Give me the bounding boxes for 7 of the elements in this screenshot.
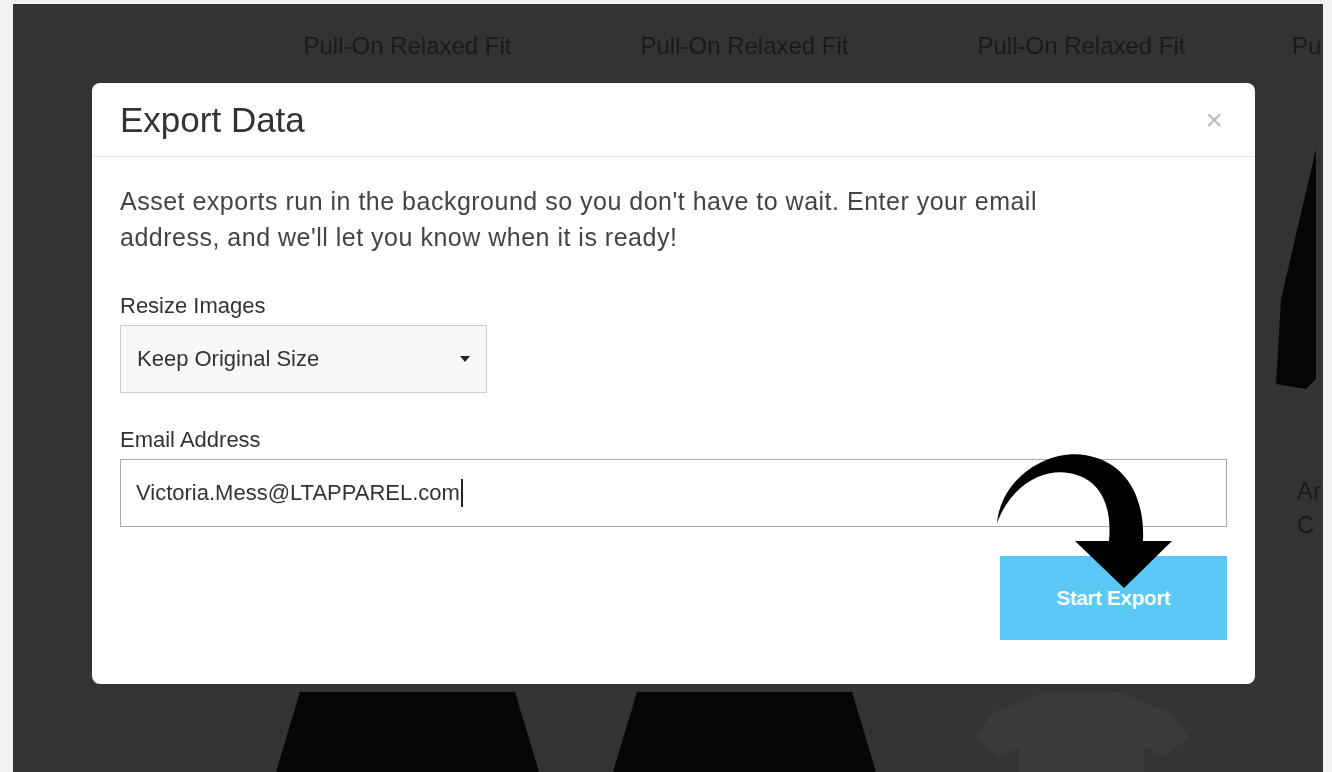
dialog-title: Export Data: [120, 99, 305, 140]
field-label: Email Address: [120, 427, 261, 453]
email-field[interactable]: Victoria.Mess@LTAPPAREL.com: [120, 459, 1227, 527]
field-label: Resize Images: [120, 293, 266, 319]
resize-dropdown[interactable]: Keep Original Size: [120, 325, 487, 393]
caret-icon: [460, 356, 470, 362]
dialog-description: Asset exports run in the background so you don't have to wait. Enter your email address, and we'll let you know when it is ready!: [120, 186, 1038, 253]
